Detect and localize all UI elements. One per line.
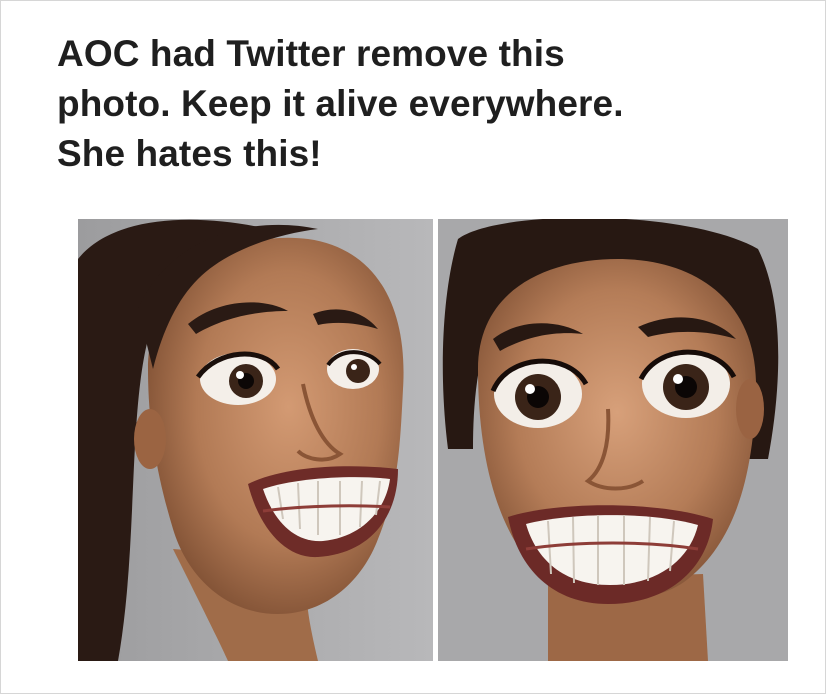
caricature-face-front-view [438, 219, 788, 661]
caricature-face-side-view [78, 219, 433, 661]
meme-caption: AOC had Twitter remove this photo. Keep … [57, 29, 797, 179]
caricature-image-right [438, 219, 788, 661]
meme-card: AOC had Twitter remove this photo. Keep … [0, 0, 826, 694]
caption-line-3: She hates this! [57, 133, 322, 174]
caption-line-1: AOC had Twitter remove this [57, 33, 565, 74]
caption-line-2: photo. Keep it alive everywhere. [57, 83, 624, 124]
caricature-image-left [78, 219, 433, 661]
